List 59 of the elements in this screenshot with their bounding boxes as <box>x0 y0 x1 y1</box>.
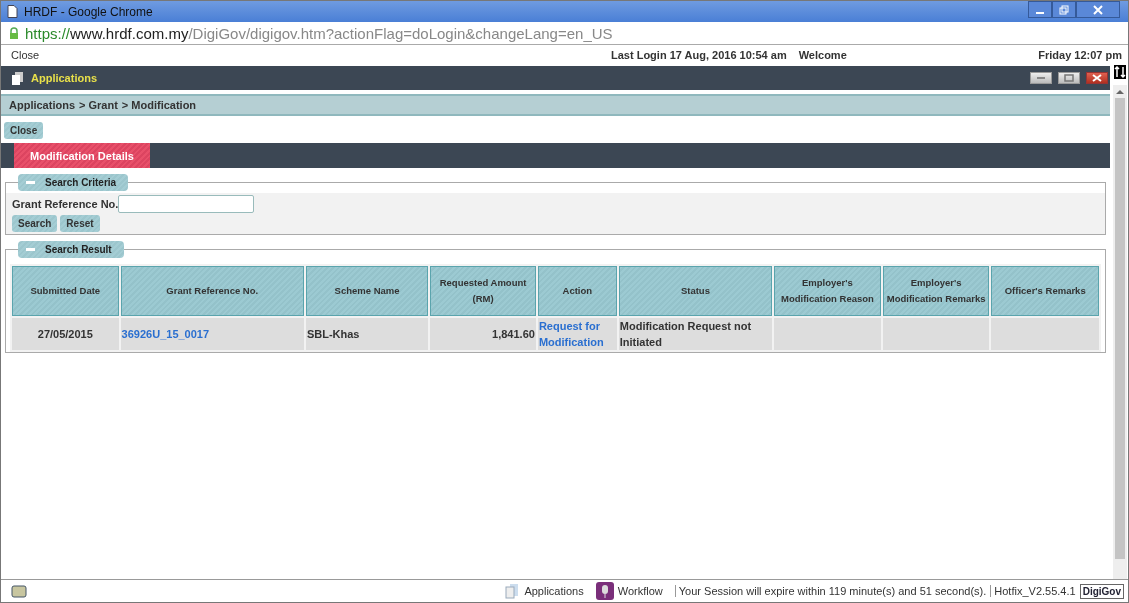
scrollbar[interactable] <box>1113 85 1127 579</box>
workflow-taskbar-item[interactable]: Workflow <box>617 585 663 597</box>
table-cell: Modification Request not Initiated <box>618 318 773 350</box>
column-header: Employer's Modification Reason <box>774 266 881 316</box>
close-button[interactable] <box>1086 72 1108 84</box>
collapse-toggle[interactable]: Search Result <box>18 241 124 258</box>
breadcrumb-item[interactable]: > Grant <box>79 99 118 111</box>
minimize-button[interactable] <box>1028 1 1052 18</box>
grant-reference-field[interactable] <box>118 195 255 213</box>
close-button[interactable]: Close <box>4 122 44 139</box>
minimize-button[interactable] <box>1030 72 1052 84</box>
maximize-icon <box>1064 74 1074 82</box>
welcome-text: Welcome <box>798 49 847 61</box>
lock-icon <box>9 27 19 39</box>
breadcrumb-item[interactable]: Applications <box>9 99 75 111</box>
document-icon <box>7 5 18 18</box>
action-link[interactable]: Request for Modification <box>538 318 616 350</box>
minus-icon <box>26 248 35 251</box>
applications-taskbar-item[interactable]: Applications <box>524 585 584 597</box>
column-header: Submitted Date <box>12 266 119 316</box>
close-icon <box>1093 4 1103 15</box>
close-button[interactable] <box>1076 1 1120 18</box>
close-icon <box>1092 74 1102 82</box>
sort-icon[interactable] <box>1114 65 1126 79</box>
session-message: Your Session will expire within 119 minute(s) and 51 second(s). <box>674 585 987 597</box>
form-button[interactable]: Search <box>12 215 58 232</box>
form-button[interactable]: Reset <box>60 215 100 232</box>
restore-button[interactable] <box>1052 1 1076 18</box>
column-header: Officer's Remarks <box>991 266 1099 316</box>
minimize-icon <box>1036 11 1044 14</box>
version-text: Hotfix_V2.55.4.1 <box>990 585 1076 597</box>
column-header: Employer's Modification Remarks <box>882 266 990 316</box>
column-header: Action <box>537 266 617 316</box>
maximize-button[interactable] <box>1058 72 1080 84</box>
monitor-icon[interactable] <box>11 584 27 598</box>
address-url[interactable]: https://www.hrdf.com.my/DigiGov/digigov.htm?actionFlag=doLogin&changeLang=en_US <box>25 24 613 42</box>
field-label: Grant Reference No. <box>12 198 119 210</box>
column-header: Requested Amount (RM) <box>430 266 536 316</box>
close-link[interactable]: Close <box>11 49 611 61</box>
window-title: HRDF - Google Chrome <box>24 4 153 19</box>
column-header: Status <box>618 266 773 316</box>
column-header: Scheme Name <box>305 266 429 316</box>
column-header: Grant Reference No. <box>120 266 304 316</box>
tab[interactable]: Modification Details <box>14 143 150 168</box>
restore-icon <box>1059 4 1069 15</box>
breadcrumb-item[interactable]: > Modification <box>121 99 197 111</box>
table-cell: 1,841.60 <box>430 318 536 350</box>
logo: DigiGov <box>1079 583 1124 599</box>
documents-icon <box>11 71 25 85</box>
grant-reference-link[interactable]: 36926U_15_0017 <box>121 326 303 342</box>
microphone-icon[interactable] <box>595 582 614 600</box>
minus-icon <box>26 181 35 184</box>
collapse-toggle[interactable]: Search Criteria <box>18 174 129 191</box>
table-cell: SBL-Khas <box>305 318 429 350</box>
app-title: Applications <box>31 72 97 84</box>
last-login-text: Last Login 17 Aug, 2016 10:54 am <box>611 49 787 61</box>
table-cell: 27/05/2015 <box>12 318 119 350</box>
date-time: Friday 12:07 pm <box>1038 49 1122 61</box>
scroll-up-icon[interactable] <box>1116 89 1124 94</box>
